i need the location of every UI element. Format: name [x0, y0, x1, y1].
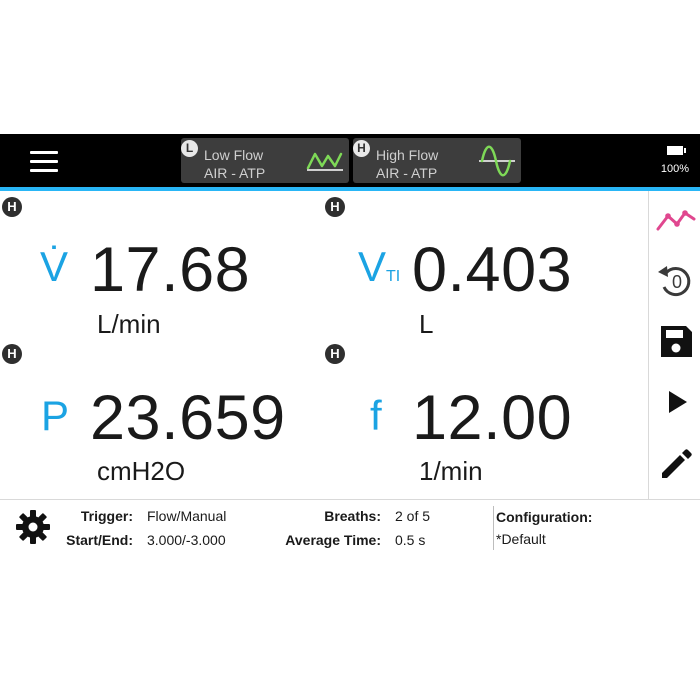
low-flow-name: Low Flow: [204, 147, 264, 163]
low-flow-gas: AIR - ATP: [204, 165, 266, 181]
low-flow-wave-icon: [306, 152, 343, 171]
symbol-text: V̇: [40, 243, 69, 290]
low-flow-badge: L: [181, 140, 198, 157]
measurement-value: 0.403: [412, 235, 573, 305]
high-flow-gas: AIR - ATP: [376, 165, 438, 181]
start-end-label: Start/End:: [66, 532, 133, 548]
trend-button[interactable]: [654, 201, 698, 241]
battery-icon: [667, 146, 686, 155]
svg-text:0: 0: [672, 272, 682, 292]
top-bar: L Low Flow AIR - ATP H High Flow AIR - A…: [0, 134, 700, 187]
zero-button[interactable]: 0: [654, 260, 698, 300]
range-badge: H: [2, 344, 22, 364]
battery-percent: 100%: [660, 163, 690, 175]
settings-gear-icon[interactable]: [15, 509, 51, 545]
flow-panel[interactable]: H V̇ 17.68 L/min: [0, 191, 320, 339]
start-end-value: 3.000/-3.000: [147, 532, 226, 548]
range-badge: H: [325, 197, 345, 217]
save-button[interactable]: [654, 321, 698, 361]
battery-indicator: 100%: [660, 146, 690, 177]
configuration-label: Configuration:: [496, 509, 593, 525]
measurement-value: 17.68: [90, 235, 251, 305]
sidebar-divider: [648, 191, 649, 499]
frequency-panel[interactable]: H f 12.00 1/min: [323, 340, 643, 488]
low-flow-tile[interactable]: L Low Flow AIR - ATP: [181, 138, 349, 183]
average-time-label: Average Time:: [285, 532, 381, 548]
symbol-text: f: [370, 392, 382, 439]
config-divider: [493, 506, 494, 550]
measurement-unit: L/min: [97, 309, 161, 339]
edit-icon: [662, 449, 692, 478]
volume-panel[interactable]: H VTI 0.403 L: [323, 191, 643, 339]
measurement-symbol: f: [370, 392, 382, 440]
configuration-value: *Default: [496, 531, 546, 547]
pressure-panel[interactable]: H P 23.659 cmH2O: [0, 340, 320, 488]
breaths-label: Breaths:: [324, 508, 381, 524]
range-badge: H: [2, 197, 22, 217]
edit-button[interactable]: [654, 443, 698, 483]
symbol-text: V: [358, 243, 387, 290]
range-badge: H: [325, 344, 345, 364]
breaths-value: 2 of 5: [395, 508, 431, 524]
measurement-unit: L: [419, 309, 434, 339]
trigger-label: Trigger:: [80, 508, 133, 524]
menu-button[interactable]: [30, 151, 60, 173]
zero-reset-icon: 0: [658, 266, 691, 297]
average-time-value: 0.5 s: [395, 532, 426, 548]
high-flow-tile[interactable]: H High Flow AIR - ATP: [353, 138, 521, 183]
status-divider: [0, 499, 700, 500]
symbol-text: P: [41, 392, 70, 439]
menu-line: [30, 160, 58, 163]
measurement-symbol: VTI: [358, 243, 400, 291]
menu-line: [30, 169, 58, 172]
measurement-symbol: P: [41, 392, 69, 440]
measurement-unit: 1/min: [419, 456, 483, 486]
measurement-symbol: V̇: [40, 243, 68, 291]
measurement-value: 12.00: [412, 383, 573, 453]
measurement-unit: cmH2O: [97, 456, 186, 486]
play-icon: [669, 391, 687, 413]
high-flow-name: High Flow: [376, 147, 439, 163]
play-button[interactable]: [654, 382, 698, 422]
high-flow-wave-icon: [479, 145, 515, 177]
trigger-value: Flow/Manual: [147, 508, 227, 524]
symbol-sub: TI: [386, 268, 401, 285]
trend-icon: [656, 210, 696, 231]
high-flow-badge: H: [353, 140, 370, 157]
menu-line: [30, 151, 58, 154]
save-icon: [661, 326, 692, 357]
measurement-value: 23.659: [90, 383, 286, 453]
